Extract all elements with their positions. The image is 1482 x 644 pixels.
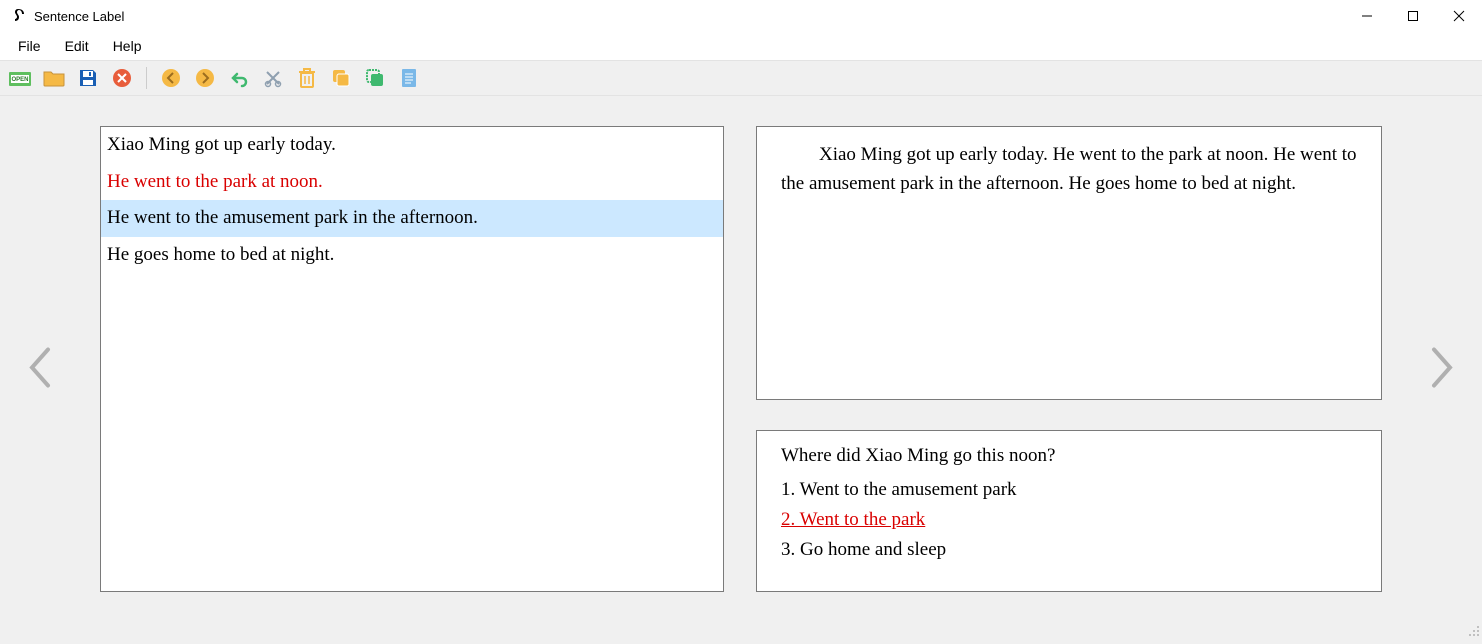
toolbar-separator: [146, 67, 147, 89]
copy-icon[interactable]: [327, 64, 355, 92]
sentence-row[interactable]: Xiao Ming got up early today.: [101, 127, 723, 164]
close-button[interactable]: [1436, 0, 1482, 32]
qa-panel: Where did Xiao Ming go this noon? 1. Wen…: [756, 430, 1382, 592]
open-file-icon[interactable]: OPEN: [6, 64, 34, 92]
minimize-button[interactable]: [1344, 0, 1390, 32]
prev-page-arrow[interactable]: [26, 346, 54, 395]
maximize-button[interactable]: [1390, 0, 1436, 32]
window-title: Sentence Label: [34, 9, 124, 24]
workspace: Xiao Ming got up early today.He went to …: [0, 96, 1482, 644]
paragraph-panel: Xiao Ming got up early today. He went to…: [756, 126, 1382, 400]
answer-option[interactable]: 1. Went to the amusement park: [781, 479, 1357, 501]
menu-edit[interactable]: Edit: [55, 36, 99, 56]
sentence-list-panel: Xiao Ming got up early today.He went to …: [100, 126, 724, 592]
prev-icon[interactable]: [157, 64, 185, 92]
svg-text:OPEN: OPEN: [11, 77, 28, 83]
document-icon[interactable]: [395, 64, 423, 92]
paragraph-text: Xiao Ming got up early today. He went to…: [781, 141, 1357, 198]
answer-option[interactable]: 2. Went to the park: [781, 509, 1357, 531]
next-page-arrow[interactable]: [1428, 346, 1456, 395]
cut-icon[interactable]: [259, 64, 287, 92]
toolbar: OPEN: [0, 60, 1482, 96]
delete-icon[interactable]: [293, 64, 321, 92]
close-doc-icon[interactable]: [108, 64, 136, 92]
menu-help[interactable]: Help: [103, 36, 152, 56]
paste-icon[interactable]: [361, 64, 389, 92]
undo-icon[interactable]: [225, 64, 253, 92]
sentence-row[interactable]: He goes home to bed at night.: [101, 237, 723, 274]
menu-file[interactable]: File: [8, 36, 51, 56]
question-text: Where did Xiao Ming go this noon?: [781, 445, 1357, 467]
folder-icon[interactable]: [40, 64, 68, 92]
next-icon[interactable]: [191, 64, 219, 92]
answer-option[interactable]: 3. Go home and sleep: [781, 539, 1357, 561]
app-icon: [10, 8, 26, 24]
sentence-row[interactable]: He went to the park at noon.: [101, 164, 723, 201]
sentence-row[interactable]: He went to the amusement park in the aft…: [101, 200, 723, 237]
resize-grip[interactable]: [1466, 623, 1480, 642]
save-icon[interactable]: [74, 64, 102, 92]
titlebar: Sentence Label: [0, 0, 1482, 32]
menubar: File Edit Help: [0, 32, 1482, 60]
